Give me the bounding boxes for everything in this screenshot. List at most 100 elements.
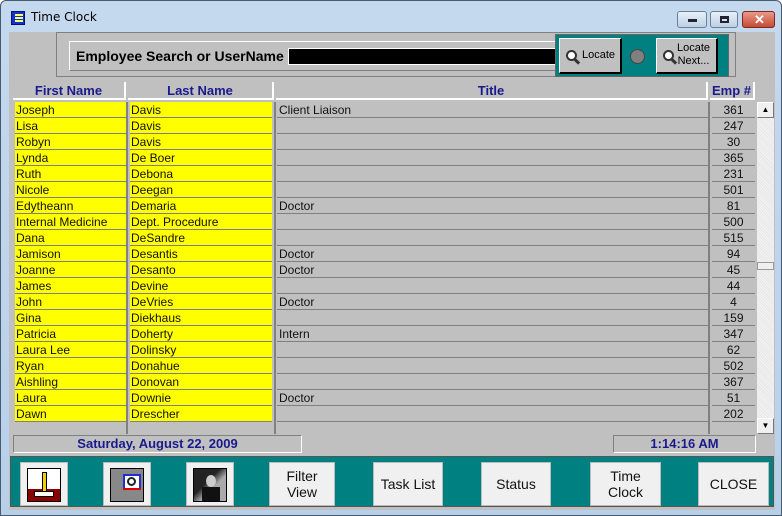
cell-title[interactable]: Doctor: [277, 246, 708, 262]
cell-first-name[interactable]: Gina: [15, 310, 126, 326]
cell-first-name[interactable]: Aishling: [15, 374, 126, 390]
cell-first-name[interactable]: Ryan: [15, 358, 126, 374]
table-row[interactable]: Laura Downie Doctor 51: [13, 390, 755, 406]
cell-emp-number[interactable]: 45: [712, 262, 755, 278]
cell-last-name[interactable]: Drescher: [130, 406, 272, 422]
table-row[interactable]: Lynda De Boer 365: [13, 150, 755, 166]
header-last-name[interactable]: Last Name: [128, 82, 274, 100]
table-row[interactable]: Ryan Donahue 502: [13, 358, 755, 374]
cell-title[interactable]: [277, 118, 708, 134]
cell-title[interactable]: Doctor: [277, 294, 708, 310]
cell-emp-number[interactable]: 30: [712, 134, 755, 150]
cell-first-name[interactable]: John: [15, 294, 126, 310]
table-row[interactable]: Joseph Davis Client Liaison 361: [13, 102, 755, 118]
cell-last-name[interactable]: Debona: [130, 166, 272, 182]
cell-emp-number[interactable]: 44: [712, 278, 755, 294]
search-record-button[interactable]: [103, 462, 151, 506]
maximize-button[interactable]: [710, 11, 738, 28]
table-row[interactable]: Edytheann Demaria Doctor 81: [13, 198, 755, 214]
cell-first-name[interactable]: Nicole: [15, 182, 126, 198]
cell-emp-number[interactable]: 367: [712, 374, 755, 390]
cell-title[interactable]: [277, 342, 708, 358]
vertical-scrollbar[interactable]: ▲ ▼: [757, 102, 774, 434]
title-bar[interactable]: Time Clock ✕: [1, 1, 781, 33]
cell-first-name[interactable]: James: [15, 278, 126, 294]
cell-emp-number[interactable]: 347: [712, 326, 755, 342]
cell-emp-number[interactable]: 62: [712, 342, 755, 358]
cell-last-name[interactable]: Doherty: [130, 326, 272, 342]
table-row[interactable]: Dawn Drescher 202: [13, 406, 755, 422]
cell-first-name[interactable]: Joanne: [15, 262, 126, 278]
cell-emp-number[interactable]: 81: [712, 198, 755, 214]
filter-view-button[interactable]: Filter View: [269, 462, 335, 506]
cell-last-name[interactable]: Desanto: [130, 262, 272, 278]
cell-title[interactable]: [277, 230, 708, 246]
cell-emp-number[interactable]: 4: [712, 294, 755, 310]
cell-last-name[interactable]: Davis: [130, 102, 272, 118]
cell-title[interactable]: [277, 214, 708, 230]
cell-emp-number[interactable]: 500: [712, 214, 755, 230]
time-clock-button[interactable]: Time Clock: [590, 462, 661, 506]
cell-last-name[interactable]: De Boer: [130, 150, 272, 166]
locate-button[interactable]: Locate: [559, 38, 622, 74]
employee-search-input[interactable]: [288, 48, 564, 65]
scroll-up-button[interactable]: ▲: [757, 102, 774, 118]
cell-last-name[interactable]: Demaria: [130, 198, 272, 214]
cell-last-name[interactable]: Devine: [130, 278, 272, 294]
cell-last-name[interactable]: Diekhaus: [130, 310, 272, 326]
cell-title[interactable]: Doctor: [277, 390, 708, 406]
cell-last-name[interactable]: Downie: [130, 390, 272, 406]
cell-title[interactable]: Doctor: [277, 262, 708, 278]
minimize-button[interactable]: [677, 11, 707, 28]
cell-title[interactable]: [277, 310, 708, 326]
table-row[interactable]: Patricia Doherty Intern 347: [13, 326, 755, 342]
cell-emp-number[interactable]: 94: [712, 246, 755, 262]
cell-first-name[interactable]: Internal Medicine: [15, 214, 126, 230]
header-emp-number[interactable]: Emp #: [710, 82, 755, 100]
cell-first-name[interactable]: Dana: [15, 230, 126, 246]
cell-last-name[interactable]: Dolinsky: [130, 342, 272, 358]
header-first-name[interactable]: First Name: [13, 82, 126, 100]
table-row[interactable]: Nicole Deegan 501: [13, 182, 755, 198]
edit-record-button[interactable]: [20, 462, 68, 506]
table-row[interactable]: Laura Lee Dolinsky 62: [13, 342, 755, 358]
cell-last-name[interactable]: Deegan: [130, 182, 272, 198]
cell-last-name[interactable]: Donahue: [130, 358, 272, 374]
cell-emp-number[interactable]: 361: [712, 102, 755, 118]
table-row[interactable]: Jamison Desantis Doctor 94: [13, 246, 755, 262]
cell-emp-number[interactable]: 365: [712, 150, 755, 166]
cell-first-name[interactable]: Lynda: [15, 150, 126, 166]
close-button[interactable]: CLOSE: [698, 462, 769, 506]
cell-title[interactable]: [277, 166, 708, 182]
table-row[interactable]: Aishling Donovan 367: [13, 374, 755, 390]
table-row[interactable]: John DeVries Doctor 4: [13, 294, 755, 310]
cell-first-name[interactable]: Jamison: [15, 246, 126, 262]
cell-last-name[interactable]: Dept. Procedure: [130, 214, 272, 230]
cell-first-name[interactable]: Lisa: [15, 118, 126, 134]
cell-emp-number[interactable]: 51: [712, 390, 755, 406]
cell-first-name[interactable]: Laura: [15, 390, 126, 406]
cell-emp-number[interactable]: 231: [712, 166, 755, 182]
table-row[interactable]: Ruth Debona 231: [13, 166, 755, 182]
cell-last-name[interactable]: DeSandre: [130, 230, 272, 246]
cell-emp-number[interactable]: 247: [712, 118, 755, 134]
cell-emp-number[interactable]: 202: [712, 406, 755, 422]
cell-last-name[interactable]: Davis: [130, 134, 272, 150]
cell-title[interactable]: Client Liaison: [277, 102, 708, 118]
cell-last-name[interactable]: DeVries: [130, 294, 272, 310]
cell-first-name[interactable]: Laura Lee: [15, 342, 126, 358]
table-row[interactable]: Robyn Davis 30: [13, 134, 755, 150]
cell-first-name[interactable]: Patricia: [15, 326, 126, 342]
cell-first-name[interactable]: Joseph: [15, 102, 126, 118]
cell-title[interactable]: [277, 134, 708, 150]
locate-next-button[interactable]: Locate Next...: [656, 38, 718, 74]
header-title[interactable]: Title: [276, 82, 708, 100]
cell-title[interactable]: [277, 374, 708, 390]
table-row[interactable]: James Devine 44: [13, 278, 755, 294]
cell-last-name[interactable]: Desantis: [130, 246, 272, 262]
cell-emp-number[interactable]: 515: [712, 230, 755, 246]
table-row[interactable]: Gina Diekhaus 159: [13, 310, 755, 326]
cell-last-name[interactable]: Davis: [130, 118, 272, 134]
scroll-thumb[interactable]: [757, 262, 774, 270]
table-row[interactable]: Internal Medicine Dept. Procedure 500: [13, 214, 755, 230]
